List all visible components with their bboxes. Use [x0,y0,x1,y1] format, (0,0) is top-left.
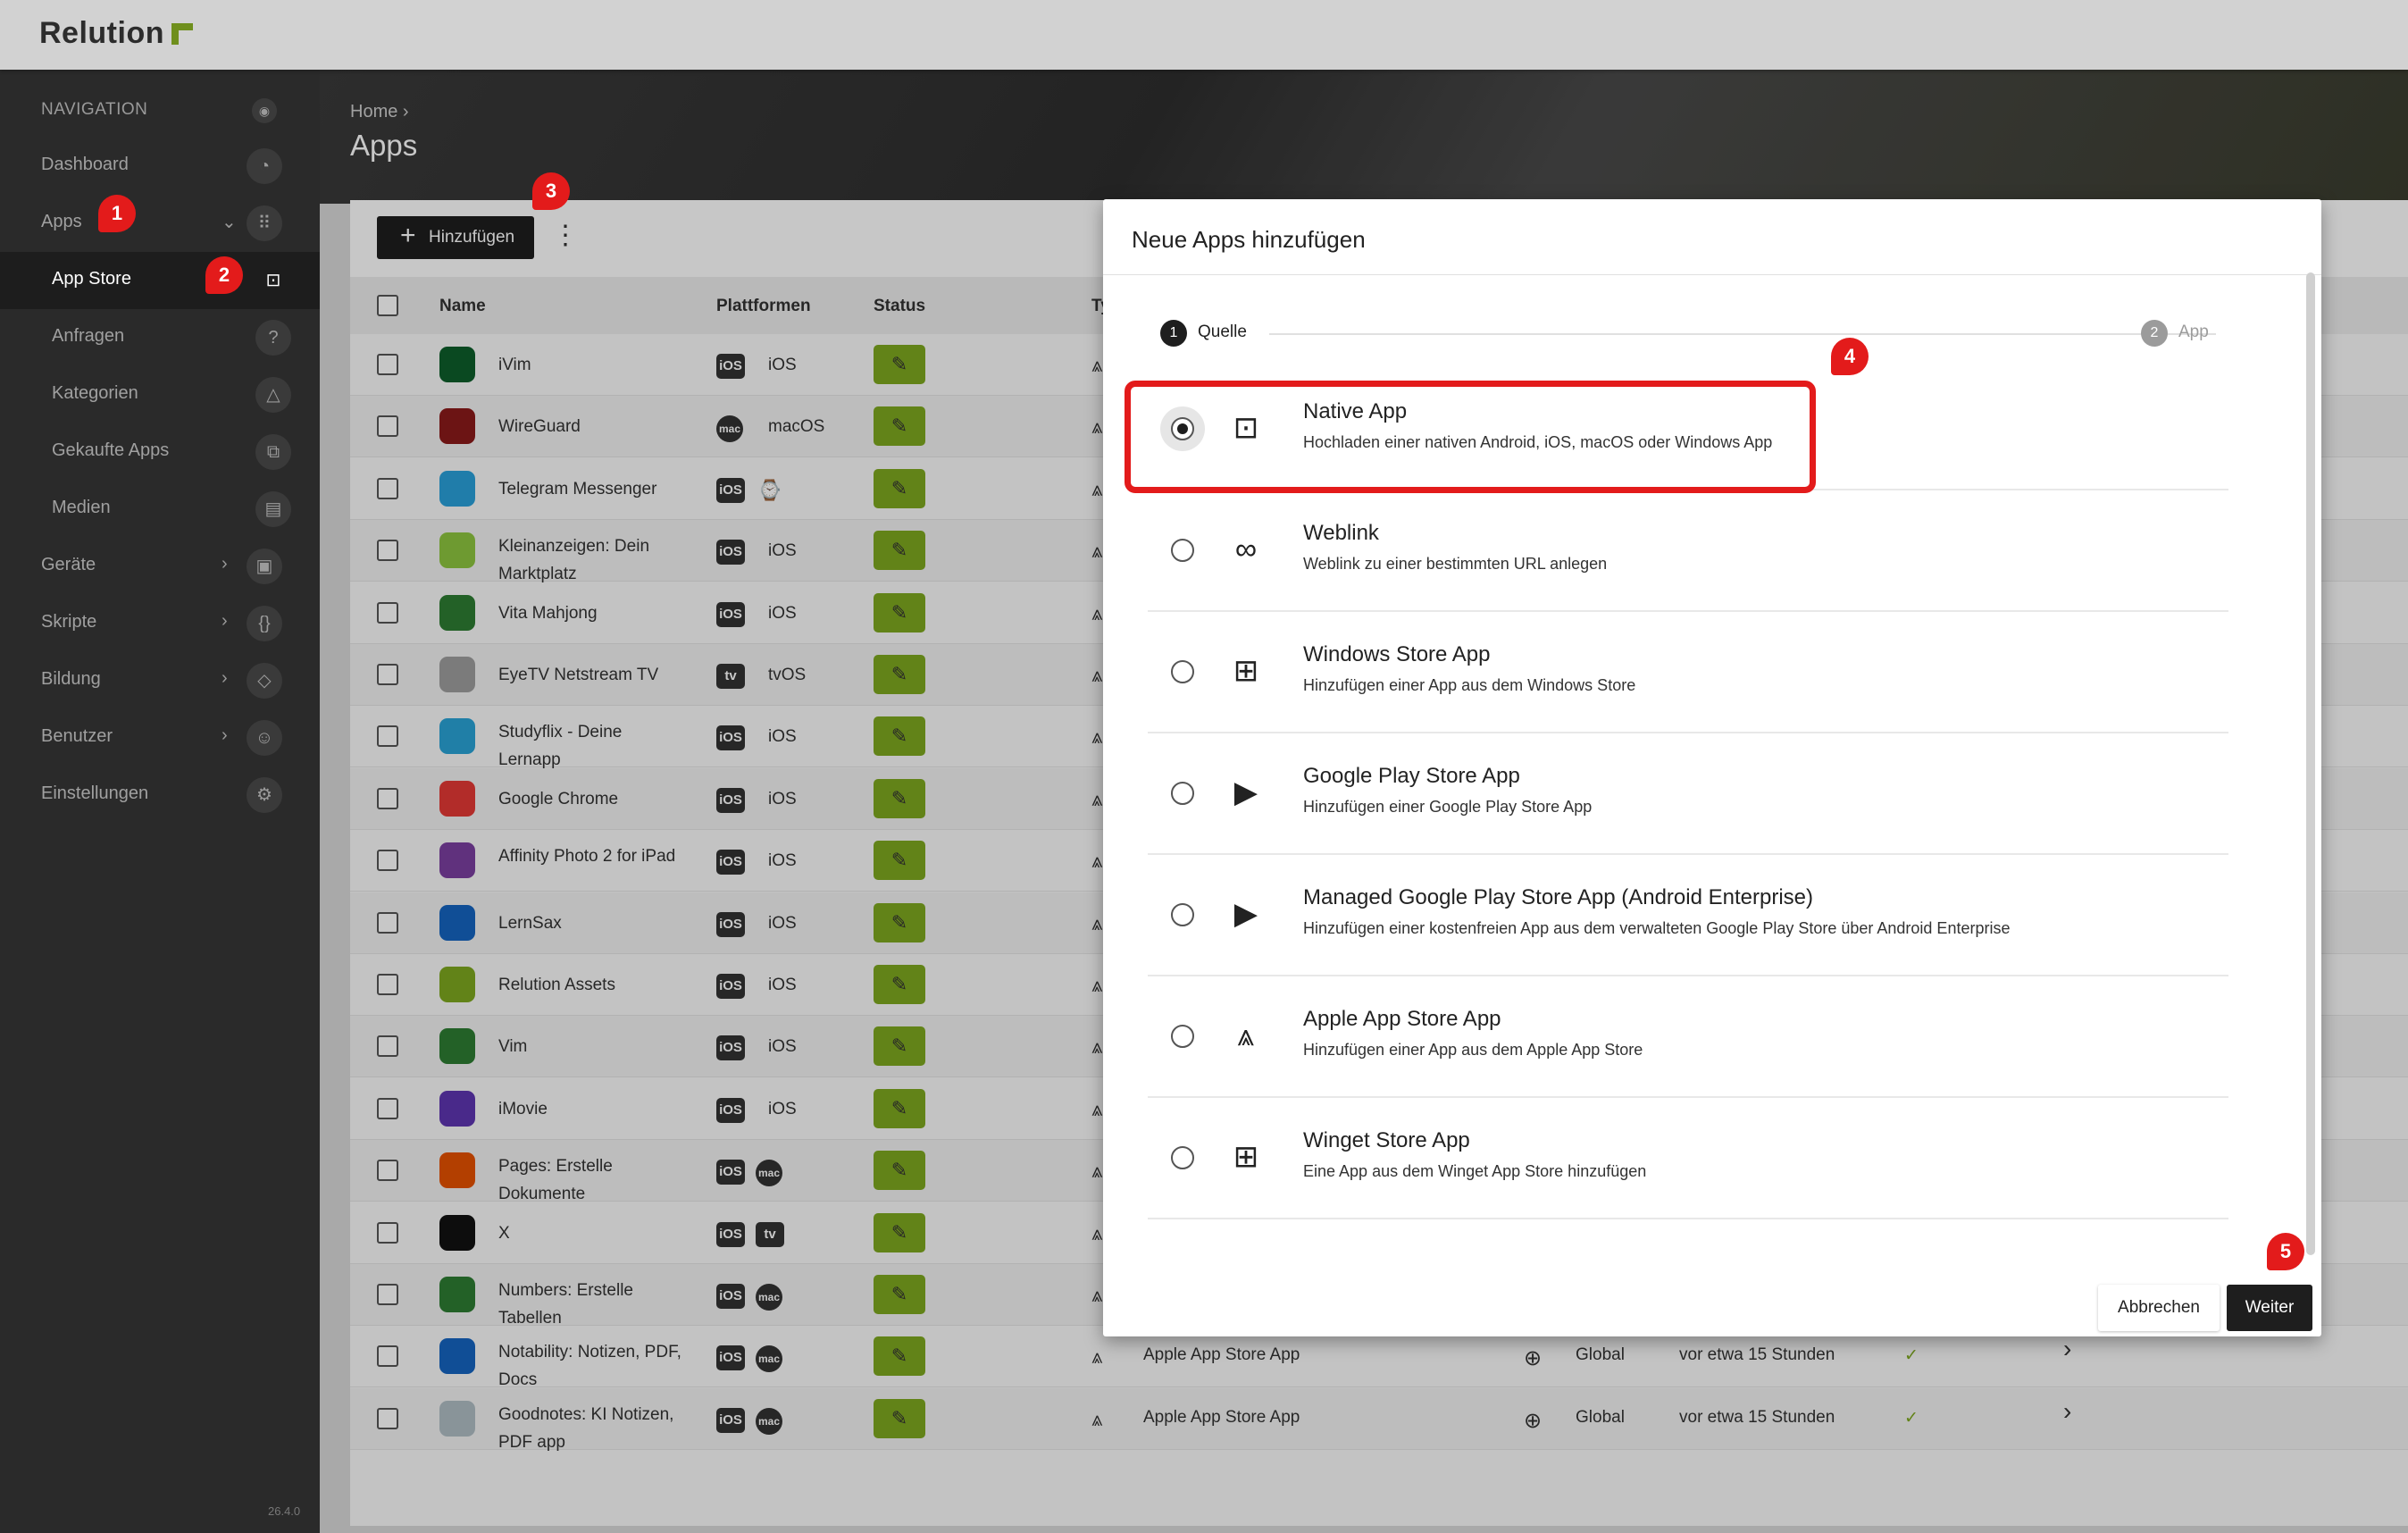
option-radio[interactable] [1171,903,1194,926]
option-description: Weblink zu einer bestimmten URL anlegen [1303,555,1608,573]
step-source: 1 Quelle [1160,320,1247,347]
windows-icon: ⊞ [1233,654,1259,688]
sidebar-item-anfragen[interactable]: Anfragen? [0,309,320,366]
sidebar-item-medien[interactable]: Medien ▤ [0,481,320,538]
option-windows-store-app[interactable]: ⊞ Windows Store App Hinzufügen einer App a… [1148,612,2228,733]
option-winget-store-app[interactable]: ⊞ Winget Store App Eine App aus dem Winget… [1148,1098,2228,1219]
shapes-icon: △ [255,377,291,413]
step-badge-3: 3 [532,172,570,210]
version-label: 26.4.0 [268,1504,301,1518]
stepper-line [1269,333,2216,335]
option-description: Hinzufügen einer Google Play Store App [1303,798,1593,816]
code-icon: {} [247,606,282,641]
sidebar-item-label: Einstellungen [41,783,149,803]
google-play-icon: ▶ [1233,897,1258,931]
step-badge-5: 5 [2267,1233,2304,1270]
step-app: 2 App [2141,320,2209,347]
chevron-right-icon[interactable]: › [222,611,228,632]
sidebar-heading: NAVIGATION [41,100,148,119]
sidebar-item-gekaufte-apps[interactable]: Gekaufte Apps ⧉ [0,423,320,481]
option-title: Windows Store App [1303,642,1491,666]
option-radio[interactable] [1171,782,1194,805]
sidebar-item-app-store[interactable]: App Store ⊡ [0,252,320,309]
navigation-pin-icon[interactable]: ◉ [252,98,277,123]
logo-mark-icon [171,23,193,45]
dialog-scrollbar[interactable] [2306,272,2315,1255]
option-title: Winget Store App [1303,1128,1470,1152]
sidebar-item-skripte[interactable]: Skripte › {} [0,595,320,652]
sidebar-item-benutzer[interactable]: Benutzer › ☺ [0,709,320,766]
google-play-icon: ▶ [1233,775,1258,809]
sidebar-item-label: Gekaufte Apps [52,440,170,460]
sidebar-item-label: Kategorien [52,383,138,403]
option-radio[interactable] [1171,1146,1194,1169]
sidebar-item-label: Geräte [41,555,96,574]
chevron-right-icon[interactable]: › [222,668,228,689]
chevron-right-icon[interactable]: › [222,725,228,746]
gear-icon: ⚙ [247,777,282,813]
sidebar-item-label: Apps [41,212,82,231]
step-badge-1: 1 [98,195,136,232]
dialog-divider [1103,274,2321,275]
users-icon: ☺ [247,720,282,756]
purchased-icon: ⧉ [255,434,291,470]
grid-icon: ⠿ [247,205,282,241]
book-icon: ▤ [255,491,291,527]
top-bar: Relution [0,0,2408,70]
dialog-title: Neue Apps hinzufügen [1132,226,1366,253]
sidebar-item-label: Bildung [41,669,101,689]
gauge-icon: ◔ [247,148,282,184]
link-icon: ∞ [1234,532,1258,566]
option-managed-google-play-store-app-android-enterprise[interactable]: ▶ Managed Google Play Store App (Android … [1148,855,2228,976]
sidebar-item-label: Medien [52,498,111,517]
app-store-icon: ⩓ [1237,1018,1255,1052]
chevron-right-icon[interactable]: › [222,554,228,574]
add-apps-dialog: Neue Apps hinzufügen 1 Quelle 2 App ⊡ Nativ… [1103,199,2321,1336]
option-title: Managed Google Play Store App (Android E… [1303,885,1813,909]
option-description: Hinzufügen einer kostenfreien App aus de… [1303,919,2011,937]
option-apple-app-store-app[interactable]: ⩓ Apple App Store App Hinzufügen einer App… [1148,976,2228,1098]
step-badge-2: 2 [205,256,243,294]
sidebar-item-label: App Store [52,269,131,289]
cancel-button[interactable]: Abbrechen [2098,1285,2220,1331]
store-icon: ⊡ [265,271,281,290]
sidebar-item-einstellungen[interactable]: Einstellungen ⚙ [0,766,320,824]
option-radio[interactable] [1171,1025,1194,1048]
sidebar-item-dashboard[interactable]: Dashboard ◔ [0,138,320,195]
logo[interactable]: Relution [39,16,193,51]
sidebar-item-kategorien[interactable]: Kategorien △ [0,366,320,423]
option-weblink[interactable]: ∞ Weblink Weblink zu einer bestimmten URL … [1148,490,2228,612]
option-radio[interactable] [1171,660,1194,683]
sidebar-item-label: Anfragen [52,326,125,346]
option-title: Apple App Store App [1303,1007,1501,1031]
sidebar-item-label: Benutzer [41,726,113,746]
sidebar-item-bildung[interactable]: Bildung › ◇ [0,652,320,709]
windows-icon: ⊞ [1233,1140,1259,1174]
option-radio[interactable] [1171,539,1194,562]
option-title: Weblink [1303,521,1379,545]
graduation-icon: ◇ [247,663,282,699]
sidebar-item-label: Skripte [41,612,97,632]
sidebar-item-geräte[interactable]: Geräte › ▣ [0,538,320,595]
question-icon: ? [255,320,291,356]
sidebar-item-label: Dashboard [41,155,129,174]
option-description: Hinzufügen einer App aus dem Apple App S… [1303,1041,1643,1059]
option-description: Eine App aus dem Winget App Store hinzuf… [1303,1162,1647,1180]
option-google-play-store-app[interactable]: ▶ Google Play Store App Hinzufügen einer G… [1148,733,2228,855]
sidebar-item-apps[interactable]: Apps ⌄ ⠿ [0,195,320,252]
devices-icon: ▣ [247,549,282,584]
chevron-down-icon[interactable]: ⌄ [222,211,237,233]
step-badge-4: 4 [1831,338,1869,375]
option-description: Hinzufügen einer App aus dem Windows Sto… [1303,676,1636,694]
option-title: Google Play Store App [1303,764,1520,788]
next-button[interactable]: Weiter [2227,1285,2312,1331]
highlight-frame [1125,381,1816,493]
